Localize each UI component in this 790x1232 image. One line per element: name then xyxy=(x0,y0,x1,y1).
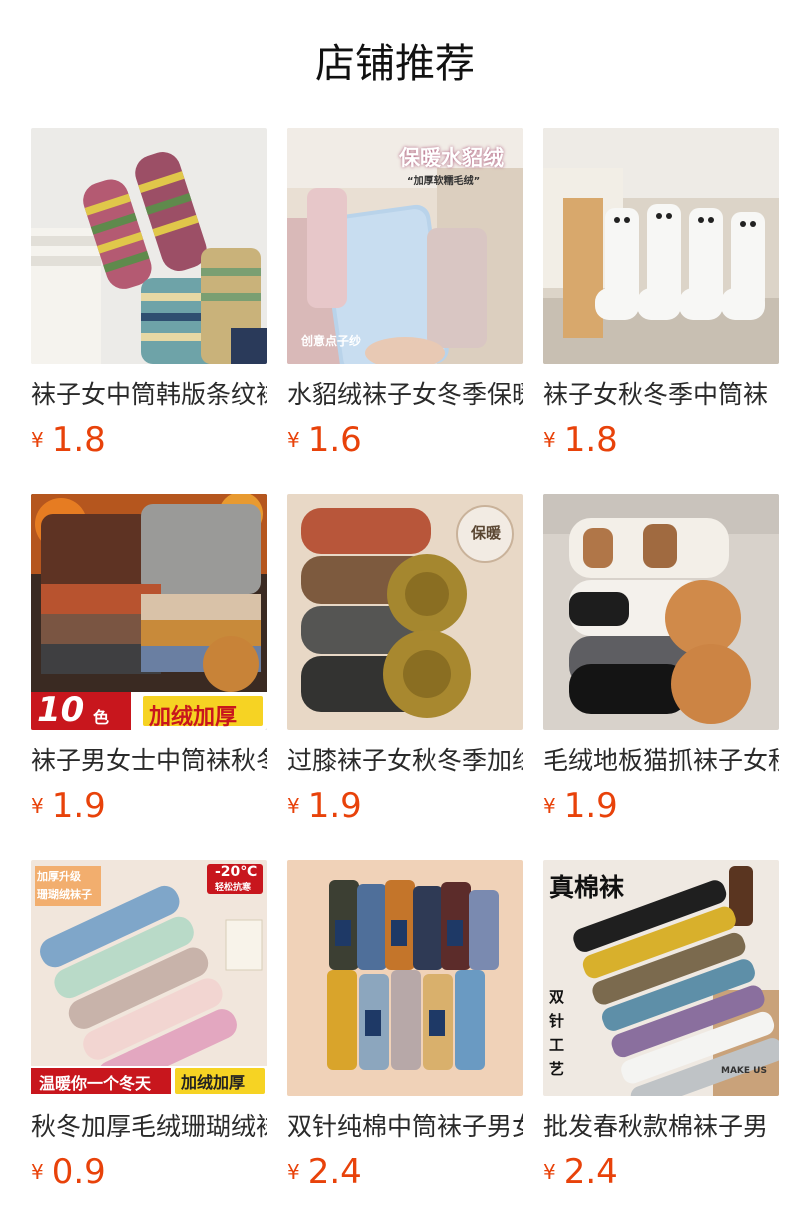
product-image[interactable]: 保暖 xyxy=(287,494,523,730)
product-image[interactable] xyxy=(287,860,523,1096)
badge-text: 真棉袜 xyxy=(549,873,625,902)
product-grid: 袜子女中筒韩版条纹袜 ¥1.8 保暖水貂绒 “加厚软糯毛绒” 创意点子纱 水貂绒… xyxy=(31,128,779,1194)
product-price: ¥1.8 xyxy=(543,418,779,462)
product-card[interactable]: 保暖 过膝袜子女秋冬季加绒 ¥1.9 xyxy=(287,494,523,828)
product-price: ¥1.9 xyxy=(287,784,523,828)
product-card[interactable]: 毛绒地板猫抓袜子女秋 ¥1.9 xyxy=(543,494,779,828)
price-value: 1.9 xyxy=(307,786,362,826)
product-card[interactable]: 双针纯棉中筒袜子男女 ¥2.4 xyxy=(287,860,523,1194)
currency-symbol: ¥ xyxy=(287,428,300,452)
product-card[interactable]: 袜子女中筒韩版条纹袜 ¥1.8 xyxy=(31,128,267,462)
product-name[interactable]: 袜子女秋冬季中筒袜 xyxy=(543,378,779,412)
currency-symbol: ¥ xyxy=(543,794,556,818)
product-card[interactable]: -20℃ 轻松抗寒 温暖你一个冬天 加绒加厚 加厚升级 珊瑚绒袜子 秋冬加厚毛绒… xyxy=(31,860,267,1194)
price-value: 1.8 xyxy=(563,420,618,460)
product-name[interactable]: 袜子女中筒韩版条纹袜 xyxy=(31,378,267,412)
badge-text: 加绒加厚 xyxy=(181,1073,246,1092)
product-image[interactable] xyxy=(543,128,779,364)
product-name[interactable]: 批发春秋款棉袜子男 xyxy=(543,1110,779,1144)
product-card[interactable]: 袜子女秋冬季中筒袜 ¥1.8 xyxy=(543,128,779,462)
badge-text: 色 xyxy=(93,708,110,727)
product-price: ¥2.4 xyxy=(287,1150,523,1194)
product-name[interactable]: 过膝袜子女秋冬季加绒 xyxy=(287,744,523,778)
price-value: 2.4 xyxy=(307,1152,362,1192)
badge-text: -20℃ xyxy=(215,864,258,880)
product-price: ¥1.9 xyxy=(31,784,267,828)
product-name[interactable]: 水貂绒袜子女冬季保暖 xyxy=(287,378,523,412)
price-value: 1.9 xyxy=(563,786,618,826)
product-image[interactable] xyxy=(543,494,779,730)
badge-text: MAKE US xyxy=(721,1066,767,1076)
badge-text: 保暖 xyxy=(471,524,502,542)
price-value: 1.6 xyxy=(307,420,362,460)
badge-text: 珊瑚绒袜子 xyxy=(37,888,92,901)
currency-symbol: ¥ xyxy=(287,1160,300,1184)
badge-text: 双 xyxy=(549,988,565,1006)
product-price: ¥2.4 xyxy=(543,1150,779,1194)
price-value: 1.8 xyxy=(51,420,106,460)
product-name[interactable]: 秋冬加厚毛绒珊瑚绒袜 xyxy=(31,1110,267,1144)
product-card[interactable]: 真棉袜 双 针 工 艺 MAKE US 批发春秋款棉袜子男 ¥2.4 xyxy=(543,860,779,1194)
product-image[interactable] xyxy=(31,128,267,364)
product-price: ¥0.9 xyxy=(31,1150,267,1194)
badge-text: 针 xyxy=(549,1012,565,1030)
product-card[interactable]: 保暖水貂绒 “加厚软糯毛绒” 创意点子纱 水貂绒袜子女冬季保暖 ¥1.6 xyxy=(287,128,523,462)
badge-text: 艺 xyxy=(549,1060,565,1078)
product-image[interactable]: 真棉袜 双 针 工 艺 MAKE US xyxy=(543,860,779,1096)
product-name[interactable]: 袜子男女士中筒袜秋冬 xyxy=(31,744,267,778)
badge-text: 10 xyxy=(37,690,85,730)
currency-symbol: ¥ xyxy=(543,1160,556,1184)
product-card[interactable]: 10 色 加绒加厚 袜子男女士中筒袜秋冬 ¥1.9 xyxy=(31,494,267,828)
badge-text: 加绒加厚 xyxy=(149,705,238,730)
store-recommendations-page: 店铺推荐 袜子女中筒韩版条纹袜 ¥ 1.8 保暖水貂绒 “加厚软糯毛绒” 创意点… xyxy=(0,0,790,1232)
product-price: ¥1.8 xyxy=(31,418,267,462)
product-image[interactable]: -20℃ 轻松抗寒 温暖你一个冬天 加绒加厚 加厚升级 珊瑚绒袜子 xyxy=(31,860,267,1096)
product-name[interactable]: 双针纯棉中筒袜子男女 xyxy=(287,1110,523,1144)
badge-text: “加厚软糯毛绒” xyxy=(407,176,481,187)
currency-symbol: ¥ xyxy=(31,794,44,818)
badge-text: 保暖水貂绒 xyxy=(399,145,504,170)
product-name[interactable]: 毛绒地板猫抓袜子女秋 xyxy=(543,744,779,778)
product-image[interactable]: 10 色 加绒加厚 xyxy=(31,494,267,730)
price-value: 0.9 xyxy=(51,1152,106,1192)
price-value: 1.9 xyxy=(51,786,106,826)
badge-text: 工 xyxy=(549,1036,565,1054)
badge-text: 创意点子纱 xyxy=(301,334,362,348)
badge-text: 加厚升级 xyxy=(37,870,81,883)
currency-symbol: ¥ xyxy=(31,1160,44,1184)
currency-symbol: ¥ xyxy=(31,428,44,452)
currency-symbol: ¥ xyxy=(543,428,556,452)
product-price: ¥1.6 xyxy=(287,418,523,462)
currency-symbol: ¥ xyxy=(287,794,300,818)
price-value: 2.4 xyxy=(563,1152,618,1192)
page-title: 店铺推荐 xyxy=(315,41,475,87)
badge-text: 温暖你一个冬天 xyxy=(39,1074,152,1093)
product-price: ¥1.9 xyxy=(543,784,779,828)
badge-text: 轻松抗寒 xyxy=(215,883,252,893)
product-image[interactable]: 保暖水貂绒 “加厚软糯毛绒” 创意点子纱 xyxy=(287,128,523,364)
